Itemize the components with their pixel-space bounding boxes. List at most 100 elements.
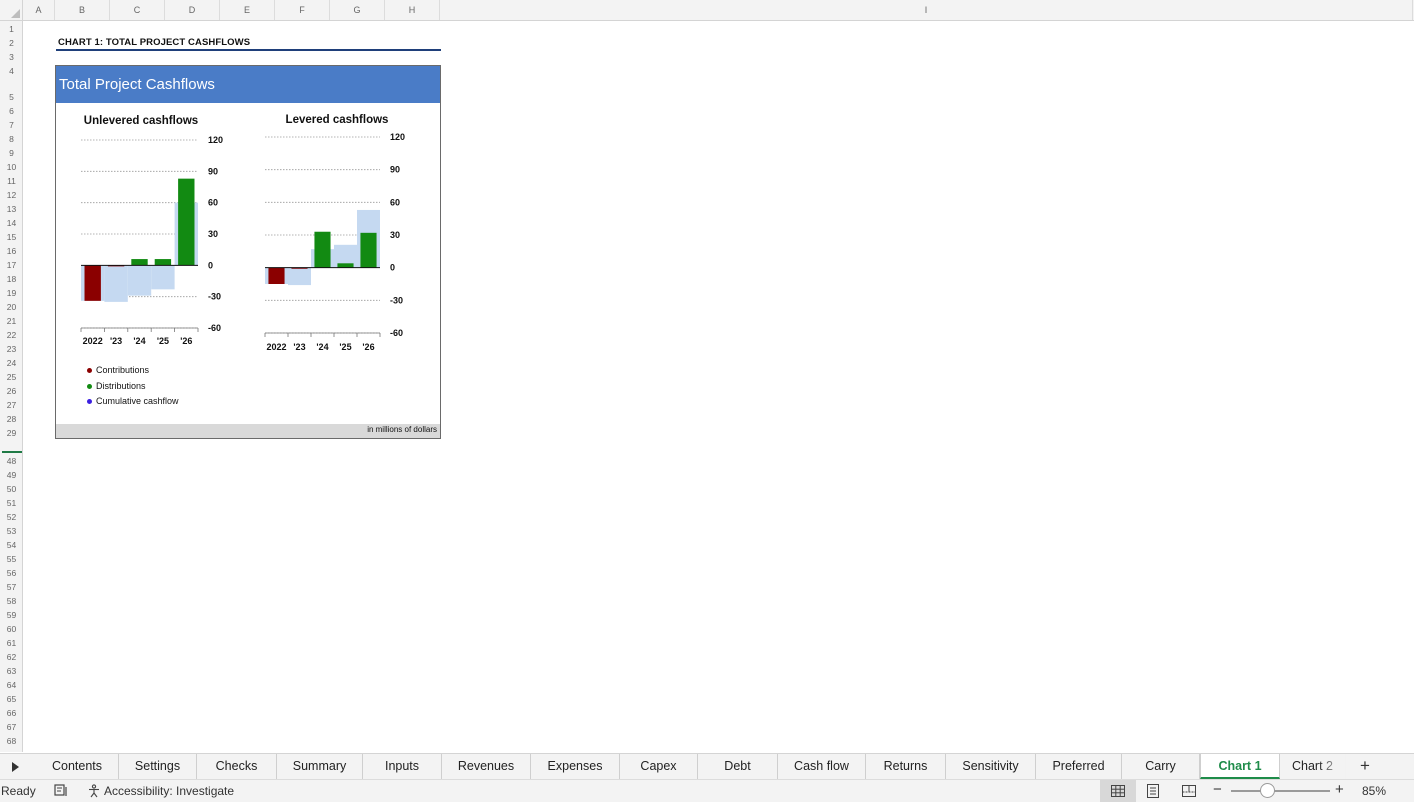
column-header-e[interactable]: E	[220, 0, 275, 20]
unlevered-contribution-bar	[84, 265, 101, 301]
sheet-tab-carry[interactable]: Carry	[1122, 754, 1200, 779]
row-header-1[interactable]: 1	[0, 24, 22, 34]
row-header-59[interactable]: 59	[0, 610, 22, 620]
add-sheet-button[interactable]: +	[1356, 756, 1374, 776]
accessibility-icon[interactable]	[86, 784, 102, 798]
row-header-55[interactable]: 55	[0, 554, 22, 564]
levered-distribution-bar	[360, 232, 377, 268]
sheet-tab-capex[interactable]: Capex	[620, 754, 698, 779]
row-header-60[interactable]: 60	[0, 624, 22, 634]
sheet-tab-inputs[interactable]: Inputs	[363, 754, 442, 779]
select-all-corner[interactable]	[0, 0, 23, 20]
chart-footer: in millions of dollars	[56, 424, 440, 438]
row-header-25[interactable]: 25	[0, 372, 22, 382]
row-header-63[interactable]: 63	[0, 666, 22, 676]
row-header-4[interactable]: 4	[0, 66, 22, 76]
row-header-16[interactable]: 16	[0, 246, 22, 256]
column-header-i[interactable]: I	[440, 0, 1413, 20]
zoom-slider-track[interactable]	[1231, 790, 1330, 792]
chart-object[interactable]: Total Project Cashflows Unlevered cashfl…	[55, 65, 441, 439]
sheet-tab-expenses[interactable]: Expenses	[531, 754, 620, 779]
row-header-5[interactable]: 5	[0, 92, 22, 102]
unlevered-cumulative-bar	[104, 265, 128, 302]
row-header-2[interactable]: 2	[0, 38, 22, 48]
column-header-c[interactable]: C	[110, 0, 165, 20]
column-header-d[interactable]: D	[165, 0, 220, 20]
row-header-23[interactable]: 23	[0, 344, 22, 354]
sheet-tab-bar: Contents Settings Checks Summary Inputs Reven…	[0, 753, 1414, 779]
row-header-48[interactable]: 48	[0, 456, 22, 466]
row-header-12[interactable]: 12	[0, 190, 22, 200]
row-header-6[interactable]: 6	[0, 106, 22, 116]
sheet-tab-cash-flow[interactable]: Cash flow	[778, 754, 866, 779]
row-header-3[interactable]: 3	[0, 52, 22, 62]
row-header-67[interactable]: 67	[0, 722, 22, 732]
sheet-tab-preferred[interactable]: Preferred	[1036, 754, 1122, 779]
levered-y-tick-label: 120	[390, 132, 405, 142]
row-header-49[interactable]: 49	[0, 470, 22, 480]
row-header-53[interactable]: 53	[0, 526, 22, 536]
row-header-58[interactable]: 58	[0, 596, 22, 606]
column-header-b[interactable]: B	[55, 0, 110, 20]
row-header-51[interactable]: 51	[0, 498, 22, 508]
column-header-g[interactable]: G	[330, 0, 385, 20]
sheet-tab-chart-2[interactable]: Chart 2	[1280, 754, 1346, 779]
page-layout-icon[interactable]	[1145, 783, 1161, 799]
row-header-20[interactable]: 20	[0, 302, 22, 312]
zoom-out-button[interactable]: −	[1213, 781, 1222, 798]
row-header-7[interactable]: 7	[0, 120, 22, 130]
sheet-tab-settings[interactable]: Settings	[119, 754, 197, 779]
column-header-f[interactable]: F	[275, 0, 330, 20]
zoom-level[interactable]: 85%	[1362, 784, 1386, 798]
row-header-8[interactable]: 8	[0, 134, 22, 144]
zoom-slider-thumb[interactable]	[1260, 783, 1276, 798]
unlevered-y-tick-label: 60	[208, 198, 218, 208]
sheet-tab-checks[interactable]: Checks	[197, 754, 277, 779]
row-header-57[interactable]: 57	[0, 582, 22, 592]
accessibility-status[interactable]: Accessibility: Investigate	[104, 784, 234, 798]
sheet-tab-returns[interactable]: Returns	[866, 754, 946, 779]
row-header-15[interactable]: 15	[0, 232, 22, 242]
row-header-52[interactable]: 52	[0, 512, 22, 522]
row-header-17[interactable]: 17	[0, 260, 22, 270]
unlevered-x-label: 2022	[83, 336, 103, 346]
row-header-22[interactable]: 22	[0, 330, 22, 340]
sheet-tab-contents[interactable]: Contents	[36, 754, 119, 779]
page-break-preview-icon[interactable]	[1181, 783, 1197, 799]
row-header-62[interactable]: 62	[0, 652, 22, 662]
row-header-19[interactable]: 19	[0, 288, 22, 298]
row-header-18[interactable]: 18	[0, 274, 22, 284]
row-header-27[interactable]: 27	[0, 400, 22, 410]
row-header: 1 2 3 4 5 6 7 8 9 10 11 12 13 14 15 16 17 18 19 20 21 22 23 24 2…	[0, 21, 23, 752]
row-header-28[interactable]: 28	[0, 414, 22, 424]
scroll-sheets-right-icon[interactable]	[8, 760, 22, 774]
row-header-10[interactable]: 10	[0, 162, 22, 172]
row-header-14[interactable]: 14	[0, 218, 22, 228]
sheet-tab-debt[interactable]: Debt	[698, 754, 778, 779]
sheet-tab-revenues[interactable]: Revenues	[442, 754, 531, 779]
normal-view-button[interactable]	[1100, 780, 1136, 802]
sheet-tab-sensitivity[interactable]: Sensitivity	[946, 754, 1036, 779]
sheet-tab-summary[interactable]: Summary	[277, 754, 363, 779]
row-header-24[interactable]: 24	[0, 358, 22, 368]
row-header-13[interactable]: 13	[0, 204, 22, 214]
row-header-56[interactable]: 56	[0, 568, 22, 578]
column-header-h[interactable]: H	[385, 0, 440, 20]
row-header-26[interactable]: 26	[0, 386, 22, 396]
column-header-a[interactable]: A	[23, 0, 55, 20]
macro-recording-icon[interactable]	[53, 784, 69, 798]
row-header-50[interactable]: 50	[0, 484, 22, 494]
row-header-54[interactable]: 54	[0, 540, 22, 550]
row-header-21[interactable]: 21	[0, 316, 22, 326]
hidden-rows-marker	[2, 451, 22, 453]
row-header-65[interactable]: 65	[0, 694, 22, 704]
row-header-9[interactable]: 9	[0, 148, 22, 158]
row-header-29[interactable]: 29	[0, 428, 22, 438]
sheet-tab-chart-1[interactable]: Chart 1	[1200, 754, 1280, 779]
row-header-68[interactable]: 68	[0, 736, 22, 746]
row-header-61[interactable]: 61	[0, 638, 22, 648]
zoom-in-button[interactable]: +	[1335, 781, 1344, 798]
row-header-64[interactable]: 64	[0, 680, 22, 690]
row-header-66[interactable]: 66	[0, 708, 22, 718]
row-header-11[interactable]: 11	[0, 176, 22, 186]
